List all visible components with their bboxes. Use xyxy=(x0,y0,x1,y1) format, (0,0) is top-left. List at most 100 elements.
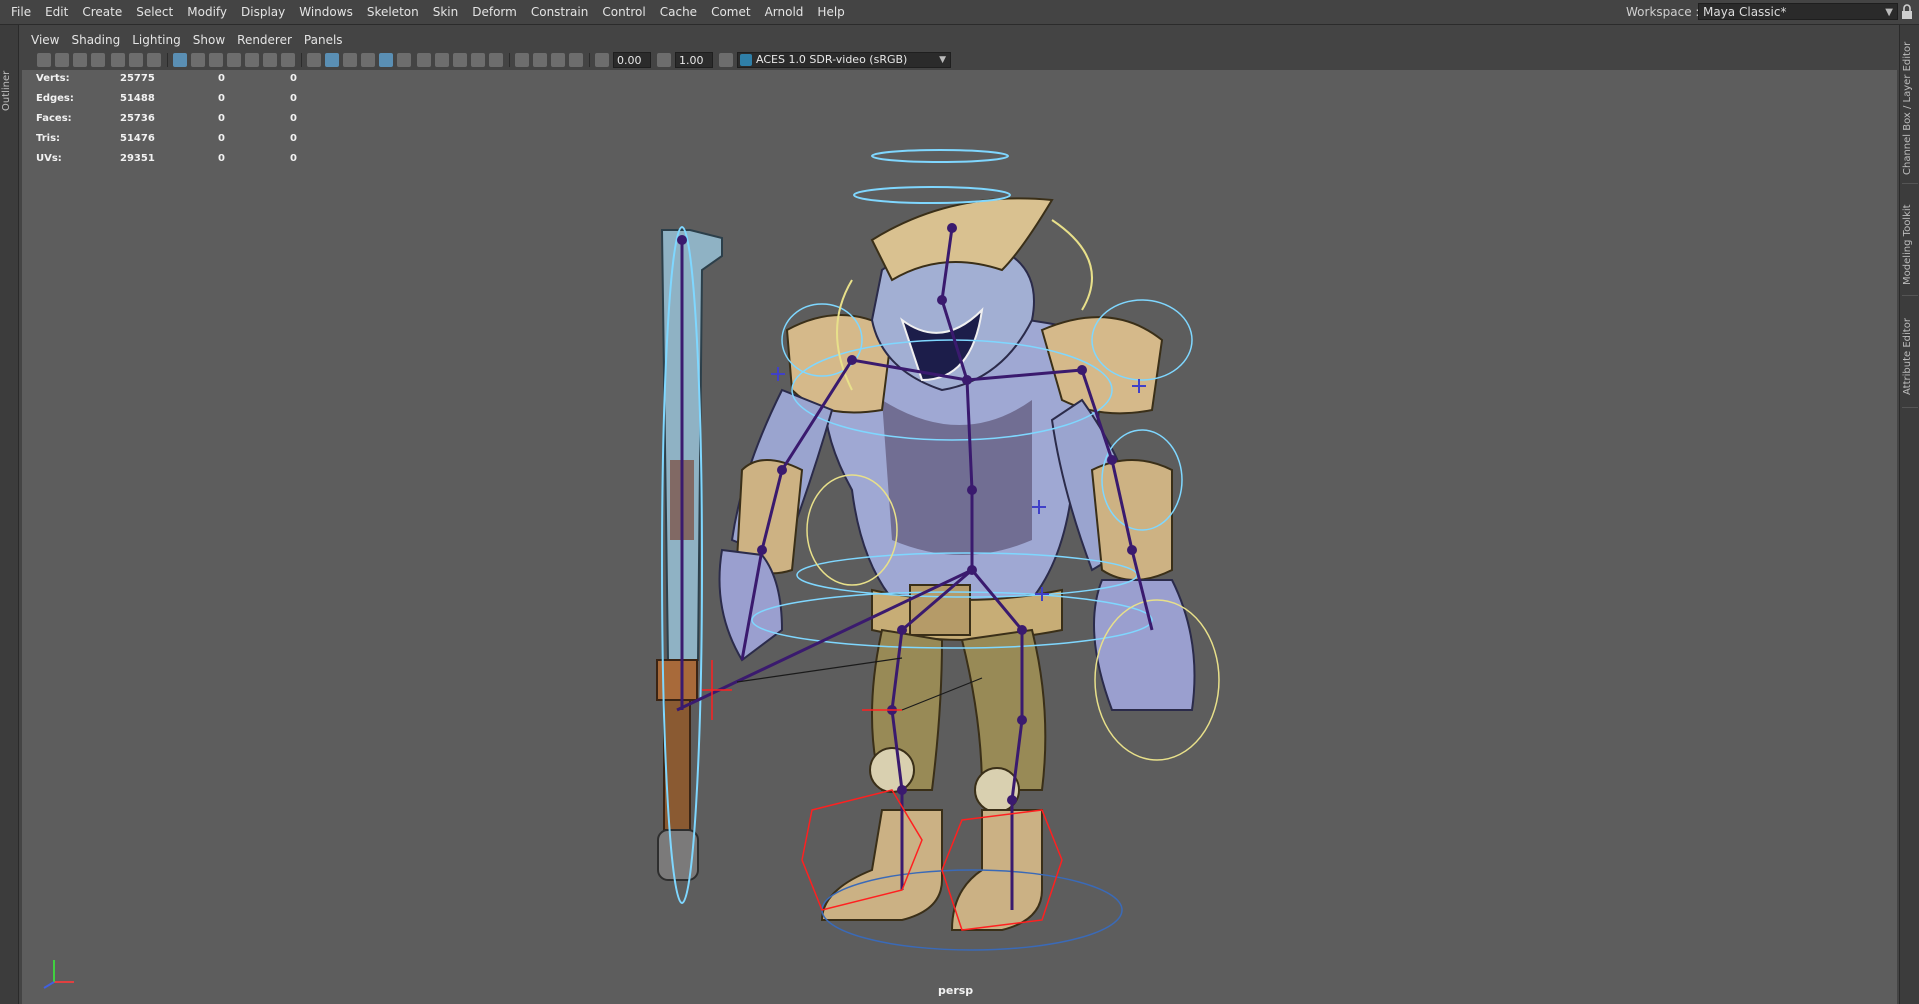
grid-icon[interactable] xyxy=(173,53,187,67)
panel-menubar: View Shading Lighting Show Renderer Pane… xyxy=(19,30,1898,50)
resolution-gate-icon[interactable] xyxy=(209,53,223,67)
isolate-select-icon[interactable] xyxy=(515,53,529,67)
menu-cache[interactable]: Cache xyxy=(653,5,704,19)
hud-label: Tris: xyxy=(36,133,61,144)
bookmarks-icon[interactable] xyxy=(91,53,105,67)
xray-joints-icon[interactable] xyxy=(569,53,583,67)
xray-icon[interactable] xyxy=(533,53,547,67)
hud-label: UVs: xyxy=(36,153,62,164)
depth-of-field-icon[interactable] xyxy=(489,53,503,67)
wireframe-on-shaded-icon[interactable] xyxy=(361,53,375,67)
panel-menu-lighting[interactable]: Lighting xyxy=(126,33,187,47)
hud-row-faces: Faces: 25736 0 0 xyxy=(36,110,297,130)
safe-action-icon[interactable] xyxy=(263,53,277,67)
menu-windows[interactable]: Windows xyxy=(292,5,360,19)
panel-menu-shading[interactable]: Shading xyxy=(65,33,126,47)
hud-value: 0 xyxy=(218,113,225,124)
menu-modify[interactable]: Modify xyxy=(180,5,234,19)
exposure-field[interactable]: 1.00 xyxy=(675,52,713,68)
shadows-icon[interactable] xyxy=(417,53,431,67)
hud-label: Edges: xyxy=(36,93,74,104)
gamma-field[interactable]: 0.00 xyxy=(613,52,651,68)
panel-menu-view[interactable]: View xyxy=(19,33,65,47)
poly-count-hud: Verts: 25775 0 0 Edges: 51488 0 0 Faces:… xyxy=(36,70,297,170)
hud-value: 0 xyxy=(290,93,297,104)
color-management-toggle-icon[interactable] xyxy=(719,53,733,67)
image-plane-icon[interactable] xyxy=(111,53,125,67)
menu-control[interactable]: Control xyxy=(595,5,652,19)
hud-row-uvs: UVs: 29351 0 0 xyxy=(36,150,297,170)
hud-value: 0 xyxy=(290,113,297,124)
panel-menu-panels[interactable]: Panels xyxy=(298,33,349,47)
hud-value: 0 xyxy=(218,93,225,104)
axis-gizmo-icon xyxy=(43,960,74,989)
anti-aliasing-icon[interactable] xyxy=(471,53,485,67)
workspace-label: Workspace : xyxy=(1626,5,1700,19)
field-chart-icon[interactable] xyxy=(245,53,259,67)
menu-help[interactable]: Help xyxy=(810,5,851,19)
hud-value: 0 xyxy=(290,73,297,84)
lock-icon[interactable] xyxy=(1900,4,1914,20)
menu-display[interactable]: Display xyxy=(234,5,292,19)
2d-pan-zoom-icon[interactable] xyxy=(129,53,143,67)
menu-file[interactable]: File xyxy=(4,5,38,19)
hud-label: Verts: xyxy=(36,73,70,84)
default-material-icon[interactable] xyxy=(343,53,357,67)
perspective-viewport[interactable]: Verts: 25775 0 0 Edges: 51488 0 0 Faces:… xyxy=(22,70,1897,1004)
toolbar-separator xyxy=(301,53,302,67)
toolbar-separator xyxy=(589,53,590,67)
chevron-down-icon: ▼ xyxy=(1885,7,1893,18)
grease-pencil-icon[interactable] xyxy=(147,53,161,67)
hud-value: 25736 xyxy=(120,113,155,124)
attribute-editor-tab[interactable]: Attribute Editor xyxy=(1902,307,1918,408)
channel-box-tab[interactable]: Channel Box / Layer Editor xyxy=(1902,33,1918,184)
chevron-down-icon: ▼ xyxy=(939,55,946,65)
menu-comet[interactable]: Comet xyxy=(704,5,758,19)
textured-icon[interactable] xyxy=(379,53,393,67)
menu-arnold[interactable]: Arnold xyxy=(758,5,811,19)
menu-select[interactable]: Select xyxy=(129,5,180,19)
panel-menu-renderer[interactable]: Renderer xyxy=(231,33,298,47)
hud-value: 51488 xyxy=(120,93,155,104)
hud-value: 25775 xyxy=(120,73,155,84)
xray-active-components-icon[interactable] xyxy=(551,53,565,67)
menu-skeleton[interactable]: Skeleton xyxy=(360,5,426,19)
view-transform-dropdown[interactable]: ACES 1.0 SDR-video (sRGB) ▼ xyxy=(737,52,951,68)
menu-skin[interactable]: Skin xyxy=(426,5,466,19)
menu-create[interactable]: Create xyxy=(75,5,129,19)
gate-mask-icon[interactable] xyxy=(227,53,241,67)
hud-row-verts: Verts: 25775 0 0 xyxy=(36,70,297,90)
camera-attributes-icon[interactable] xyxy=(73,53,87,67)
menu-deform[interactable]: Deform xyxy=(465,5,524,19)
motion-blur-icon[interactable] xyxy=(453,53,467,67)
hud-row-tris: Tris: 51476 0 0 xyxy=(36,130,297,150)
left-side-strip: Outliner xyxy=(0,25,19,1004)
exposure-icon[interactable] xyxy=(657,53,671,67)
rigged-character-render[interactable] xyxy=(22,70,1897,1004)
outliner-tab[interactable]: Outliner xyxy=(1,67,17,115)
hud-value: 29351 xyxy=(120,153,155,164)
safe-title-icon[interactable] xyxy=(281,53,295,67)
modeling-toolkit-tab[interactable]: Modeling Toolkit xyxy=(1902,195,1918,296)
hud-row-edges: Edges: 51488 0 0 xyxy=(36,90,297,110)
use-all-lights-icon[interactable] xyxy=(397,53,411,67)
lock-camera-icon[interactable] xyxy=(55,53,69,67)
toolbar-separator xyxy=(509,53,510,67)
main-menubar: File Edit Create Select Modify Display W… xyxy=(0,0,1919,25)
smooth-shade-icon[interactable] xyxy=(325,53,339,67)
wireframe-icon[interactable] xyxy=(307,53,321,67)
menu-constrain[interactable]: Constrain xyxy=(524,5,596,19)
workspace-dropdown[interactable]: Maya Classic* ▼ xyxy=(1698,3,1898,20)
film-gate-icon[interactable] xyxy=(191,53,205,67)
right-side-strip: Channel Box / Layer Editor Modeling Tool… xyxy=(1899,25,1919,1004)
color-management-icon xyxy=(740,54,752,66)
gamma-icon[interactable] xyxy=(595,53,609,67)
panel-menu-show[interactable]: Show xyxy=(187,33,231,47)
screen-space-ao-icon[interactable] xyxy=(435,53,449,67)
hud-value: 0 xyxy=(218,133,225,144)
hud-label: Faces: xyxy=(36,113,72,124)
select-camera-icon[interactable] xyxy=(37,53,51,67)
menu-edit[interactable]: Edit xyxy=(38,5,75,19)
view-transform-value: ACES 1.0 SDR-video (sRGB) xyxy=(756,53,908,66)
toolbar-separator xyxy=(167,53,168,67)
